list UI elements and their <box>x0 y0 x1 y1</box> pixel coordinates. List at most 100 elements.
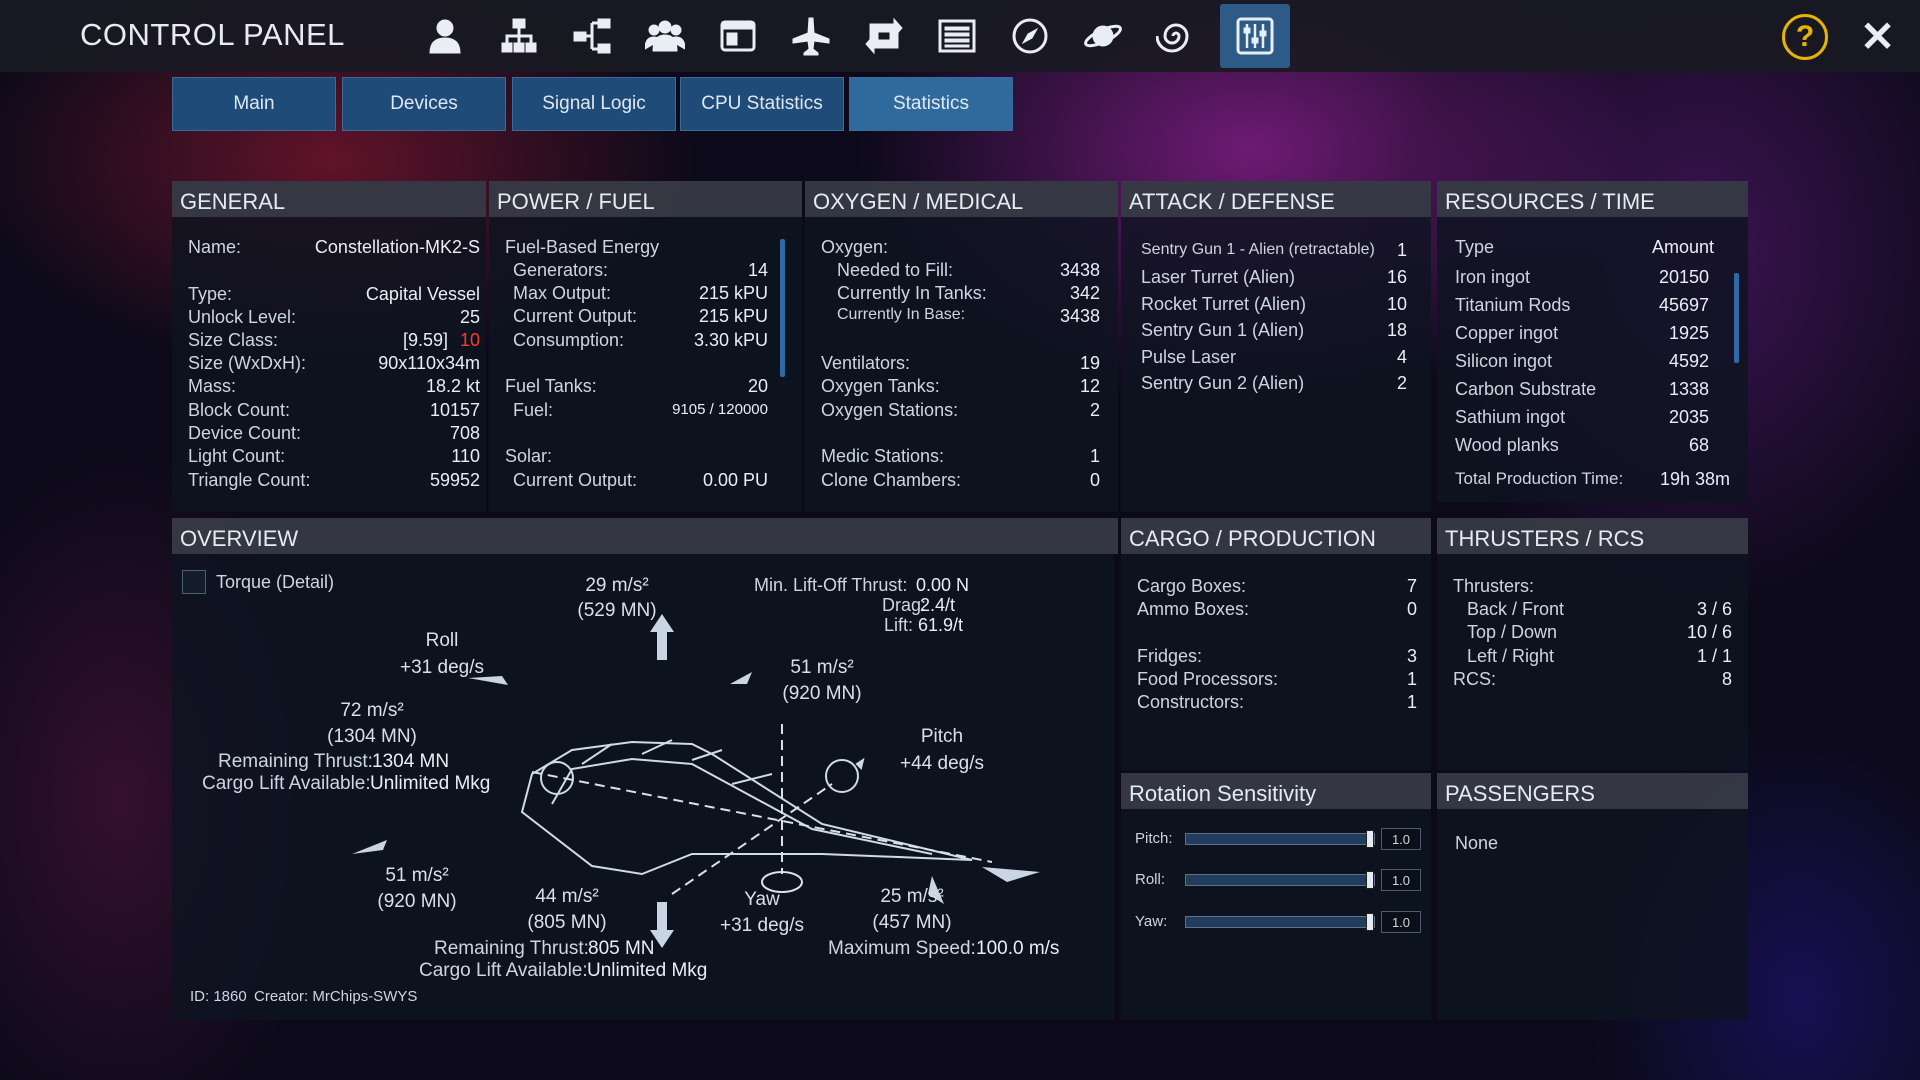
aircraft-icon[interactable] <box>782 8 840 64</box>
fwd-accel: 51 m/s² <box>790 657 854 678</box>
rotation-title: Rotation Sensitivity <box>1121 773 1431 809</box>
pitch-slider-handle[interactable] <box>1366 830 1374 848</box>
cargo-panel: CARGO / PRODUCTION Cargo Boxes: 7 Ammo B… <box>1121 518 1431 770</box>
cargo-boxes-label: Cargo Boxes: <box>1137 576 1247 596</box>
tri-label: Triangle Count: <box>188 470 311 490</box>
spiral-icon[interactable] <box>1147 8 1205 64</box>
curout-value: 215 kPU <box>698 306 768 326</box>
gen-value: 14 <box>747 260 768 280</box>
resources-scrollbar[interactable] <box>1734 273 1739 363</box>
down-force: (805 MN) <box>527 912 607 933</box>
attack-item-name: Sentry Gun 1 (Alien) <box>1141 320 1305 340</box>
yaw-slider-handle[interactable] <box>1366 913 1374 931</box>
rcs-label: RCS: <box>1453 669 1497 689</box>
oxy-tanks-value: 342 <box>1069 283 1100 303</box>
rotation-panel: Rotation Sensitivity Pitch: 1.0 Roll: 1.… <box>1121 773 1431 1020</box>
gen-label: Generators: <box>513 260 609 280</box>
device-value: 708 <box>449 423 480 443</box>
tab-main[interactable]: Main <box>172 77 336 131</box>
roll-slider-handle[interactable] <box>1366 871 1374 889</box>
pitch-slider[interactable] <box>1185 830 1375 848</box>
name-label: Name: <box>188 237 242 257</box>
resource-name: Sathium ingot <box>1455 407 1566 427</box>
maxout-label: Max Output: <box>513 283 612 303</box>
sizeclass-value: [9.59] <box>402 330 448 350</box>
roll-sens-value[interactable]: 1.0 <box>1381 869 1421 891</box>
resource-name: Titanium Rods <box>1455 295 1571 315</box>
lift-label: Lift: <box>884 615 914 635</box>
resources-list[interactable]: Iron ingot 20150 Titanium Rods 45697 Cop… <box>1437 267 1727 462</box>
tab-devices[interactable]: Devices <box>342 77 506 131</box>
base-label: Currently In Base: <box>837 306 966 323</box>
yaw-sens-value[interactable]: 1.0 <box>1381 911 1421 933</box>
left-force: (1304 MN) <box>327 726 417 747</box>
pitch-sens-value[interactable]: 1.0 <box>1381 828 1421 850</box>
tab-cpu-statistics[interactable]: CPU Statistics <box>680 77 844 131</box>
constr-value: 1 <box>1406 692 1417 712</box>
attack-item-name: Rocket Turret (Alien) <box>1141 294 1307 314</box>
player-icon[interactable] <box>416 8 474 64</box>
resource-amount: 1338 <box>1668 379 1709 399</box>
tab-statistics[interactable]: Statistics <box>849 77 1013 131</box>
ostat-value: 2 <box>1089 400 1100 420</box>
general-panel: GENERAL Name: Constellation-MK2-S Type: … <box>172 181 486 512</box>
roll-value: +31 deg/s <box>400 657 484 678</box>
tri-value: 59952 <box>429 470 480 490</box>
fwd-force: (920 MN) <box>782 683 862 704</box>
attack-item-count: 1 <box>1396 240 1407 260</box>
lr-label: Left / Right <box>1467 646 1555 666</box>
attack-item-name: Sentry Gun 2 (Alien) <box>1141 373 1305 393</box>
help-button[interactable]: ? <box>1782 14 1828 60</box>
medic-value: 1 <box>1089 446 1100 466</box>
down-accel: 44 m/s² <box>535 886 599 907</box>
control-panel-icon[interactable] <box>1220 4 1290 68</box>
resource-amount: 68 <box>1688 435 1709 455</box>
transfer-icon[interactable] <box>855 8 913 64</box>
solar-label: Solar: <box>505 446 553 466</box>
cargo-lift2-value: Unlimited Mkg <box>587 960 708 981</box>
yaw-sens-label: Yaw: <box>1135 913 1168 930</box>
thrusters-panel: THRUSTERS / RCS Thrusters: Back / Front … <box>1437 518 1748 770</box>
resources-col-type: Type <box>1455 237 1495 257</box>
bl-force: (920 MN) <box>377 891 457 912</box>
window-icon[interactable] <box>709 8 767 64</box>
yaw-slider[interactable] <box>1185 913 1375 931</box>
group-icon[interactable] <box>636 8 694 64</box>
resource-name: Silicon ingot <box>1455 351 1553 371</box>
bl-accel: 51 m/s² <box>385 865 449 886</box>
lift-value: 61.9/t <box>918 615 964 635</box>
light-value: 110 <box>451 446 480 466</box>
remaining-thrust-value: 1304 MN <box>372 751 450 772</box>
constr-label: Constructors: <box>1137 692 1245 712</box>
compass-icon[interactable] <box>1001 8 1059 64</box>
rcs-value: 8 <box>1721 669 1732 689</box>
planet-icon[interactable] <box>1074 8 1132 64</box>
fill-value: 3438 <box>1059 260 1100 280</box>
cargo-lift2-label: Cargo Lift Available: <box>419 960 588 981</box>
network-icon[interactable] <box>490 8 548 64</box>
structure-icon[interactable] <box>563 8 621 64</box>
oxygen-panel: OXYGEN / MEDICAL Oxygen: Needed to Fill:… <box>805 181 1118 512</box>
attack-item-count: 4 <box>1396 347 1407 367</box>
bf-value: 3 / 6 <box>1696 599 1732 619</box>
block-value: 10157 <box>429 400 480 420</box>
td-label: Top / Down <box>1467 622 1558 642</box>
roll-slider[interactable] <box>1185 871 1375 889</box>
power-scrollbar[interactable] <box>780 239 785 377</box>
resources-panel: RESOURCES / TIME Type Amount Iron ingot … <box>1437 181 1748 502</box>
vent-value: 19 <box>1079 353 1100 373</box>
attack-item-name: Laser Turret (Alien) <box>1141 267 1296 287</box>
device-label: Device Count: <box>188 423 302 443</box>
fridge-value: 3 <box>1406 646 1417 666</box>
attack-item-count: 16 <box>1386 267 1407 287</box>
close-button[interactable]: ✕ <box>1860 12 1895 61</box>
attack-item-count: 18 <box>1386 320 1407 340</box>
solarout-value: 0.00 PU <box>702 470 768 490</box>
mass-label: Mass: <box>188 376 237 396</box>
fridge-label: Fridges: <box>1137 646 1203 666</box>
resources-title: RESOURCES / TIME <box>1437 181 1748 217</box>
yaw-label: Yaw <box>744 889 780 910</box>
resource-name: Carbon Substrate <box>1455 379 1597 399</box>
list-icon[interactable] <box>928 8 986 64</box>
tab-signal-logic[interactable]: Signal Logic <box>512 77 676 131</box>
